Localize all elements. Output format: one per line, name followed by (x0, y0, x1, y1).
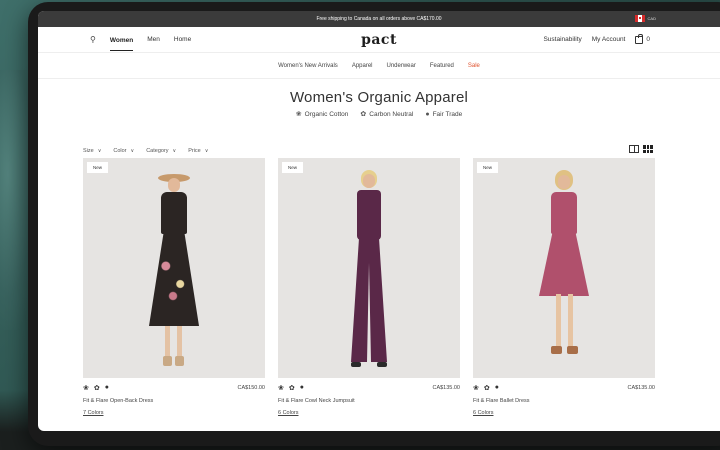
filter-label: Size (83, 148, 94, 154)
badge-label: Fair Trade (432, 110, 463, 118)
product-price: CA$135.00 (432, 385, 460, 391)
product-price: CA$135.00 (627, 385, 655, 391)
view-toggle (629, 145, 653, 153)
promo-text: Free shipping to Canada on all orders ab… (316, 16, 442, 22)
product-image[interactable]: New (278, 158, 460, 378)
sustainability-icons: ❀ ✿ ● (278, 384, 304, 392)
subnav-apparel[interactable]: Apparel (352, 63, 373, 69)
filter-bar: Size ∨ Color ∨ Category ∨ Price ∨ (83, 148, 208, 154)
badge-label: Carbon Neutral (369, 110, 414, 118)
product-colors-link[interactable]: 7 Colors (83, 410, 265, 416)
leaf-icon: ✿ (483, 385, 490, 392)
certification-badges: ❀ Organic Cotton ✿ Carbon Neutral ● Fair… (38, 110, 720, 119)
model-figure (339, 170, 399, 375)
chevron-down-icon: ∨ (97, 148, 102, 154)
region-selector[interactable]: CAD (634, 15, 656, 22)
product-meta: ❀ ✿ ● CA$135.00 (278, 384, 460, 392)
badge-label: Organic Cotton (304, 110, 349, 118)
product-image[interactable]: New (83, 158, 265, 378)
fair-trade-icon: ● (494, 384, 499, 391)
badge-organic-cotton: ❀ Organic Cotton (295, 110, 349, 119)
promo-banner: Free shipping to Canada on all orders ab… (38, 11, 720, 27)
chevron-down-icon: ∨ (204, 148, 209, 154)
product-price: CA$150.00 (237, 385, 265, 391)
cotton-icon: ❀ (278, 385, 284, 392)
main-navigation: ⚲ Women Men Home pact Sustainability My … (38, 27, 720, 53)
product-name[interactable]: Fit & Flare Open-Back Dress (83, 398, 265, 404)
chevron-down-icon: ∨ (172, 148, 177, 154)
filter-label: Price (188, 148, 201, 154)
cotton-icon: ❀ (473, 385, 479, 392)
product-image[interactable]: New (473, 158, 655, 378)
region-label: CAD (647, 16, 656, 21)
filter-color[interactable]: Color ∨ (113, 148, 134, 154)
new-badge: New (477, 162, 499, 173)
product-meta: ❀ ✿ ● CA$135.00 (473, 384, 655, 392)
grid-view-icon[interactable] (643, 145, 653, 153)
filter-label: Category (146, 148, 169, 154)
filter-label: Color (113, 148, 127, 154)
subnav-featured[interactable]: Featured (430, 63, 454, 69)
product-colors-link[interactable]: 6 Colors (278, 410, 460, 416)
chevron-down-icon: ∨ (130, 148, 135, 154)
filter-price[interactable]: Price ∨ (188, 148, 208, 154)
shopping-bag-icon (635, 33, 644, 44)
nav-women[interactable]: Women (109, 29, 134, 51)
product-card[interactable]: New ❀ ✿ ● CA$135.00 Fit & Flare Cowl Nec… (278, 158, 460, 416)
nav-home[interactable]: Home (174, 36, 191, 43)
leaf-icon: ✿ (93, 385, 100, 392)
subnav-sale[interactable]: Sale (468, 63, 480, 69)
product-meta: ❀ ✿ ● CA$150.00 (83, 384, 265, 392)
category-subnav: Women's New Arrivals Apparel Underwear F… (38, 53, 720, 79)
cotton-icon: ❀ (83, 385, 89, 392)
product-name[interactable]: Fit & Flare Cowl Neck Jumpsuit (278, 398, 460, 404)
model-figure (139, 172, 209, 372)
cart-button[interactable]: 0 (635, 33, 650, 44)
canada-flag-icon (634, 15, 645, 22)
fair-trade-icon: ● (425, 110, 430, 118)
sustainability-icons: ❀ ✿ ● (83, 384, 109, 392)
pact-logo[interactable]: pact (361, 32, 397, 48)
nav-left: ⚲ Women Men Home (90, 27, 191, 52)
cotton-icon: ❀ (295, 111, 302, 118)
nav-men[interactable]: Men (147, 36, 160, 43)
badge-carbon-neutral: ✿ Carbon Neutral (360, 110, 414, 119)
nav-my-account[interactable]: My Account (592, 36, 626, 43)
cart-count: 0 (646, 36, 650, 43)
leaf-icon: ✿ (360, 111, 367, 118)
fair-trade-icon: ● (299, 384, 304, 391)
filter-size[interactable]: Size ∨ (83, 148, 101, 154)
product-name[interactable]: Fit & Flare Ballet Dress (473, 398, 655, 404)
product-grid: New ❀ ✿ ● CA$150.00 Fit & Flare Open-Bac… (83, 158, 655, 416)
subnav-new-arrivals[interactable]: Women's New Arrivals (278, 63, 338, 69)
sustainability-icons: ❀ ✿ ● (473, 384, 499, 392)
new-badge: New (282, 162, 304, 173)
nav-right: Sustainability My Account 0 (543, 33, 650, 44)
badge-fair-trade: ● Fair Trade (425, 110, 462, 118)
new-badge: New (87, 162, 109, 173)
fair-trade-icon: ● (104, 384, 109, 391)
search-icon[interactable]: ⚲ (90, 35, 96, 44)
product-colors-link[interactable]: 6 Colors (473, 410, 655, 416)
two-column-view-icon[interactable] (629, 145, 639, 153)
page-title: Women's Organic Apparel (289, 89, 469, 106)
leaf-icon: ✿ (288, 385, 295, 392)
nav-sustainability[interactable]: Sustainability (543, 36, 581, 43)
model-figure (531, 170, 597, 375)
product-card[interactable]: New ❀ ✿ ● CA$150.00 Fit & Flare Open-Bac… (83, 158, 265, 416)
filter-category[interactable]: Category ∨ (146, 148, 176, 154)
product-card[interactable]: New ❀ ✿ ● CA$135.00 Fit & Flare Ballet D… (473, 158, 655, 416)
browser-screen: Free shipping to Canada on all orders ab… (38, 11, 720, 431)
subnav-underwear[interactable]: Underwear (387, 63, 416, 69)
